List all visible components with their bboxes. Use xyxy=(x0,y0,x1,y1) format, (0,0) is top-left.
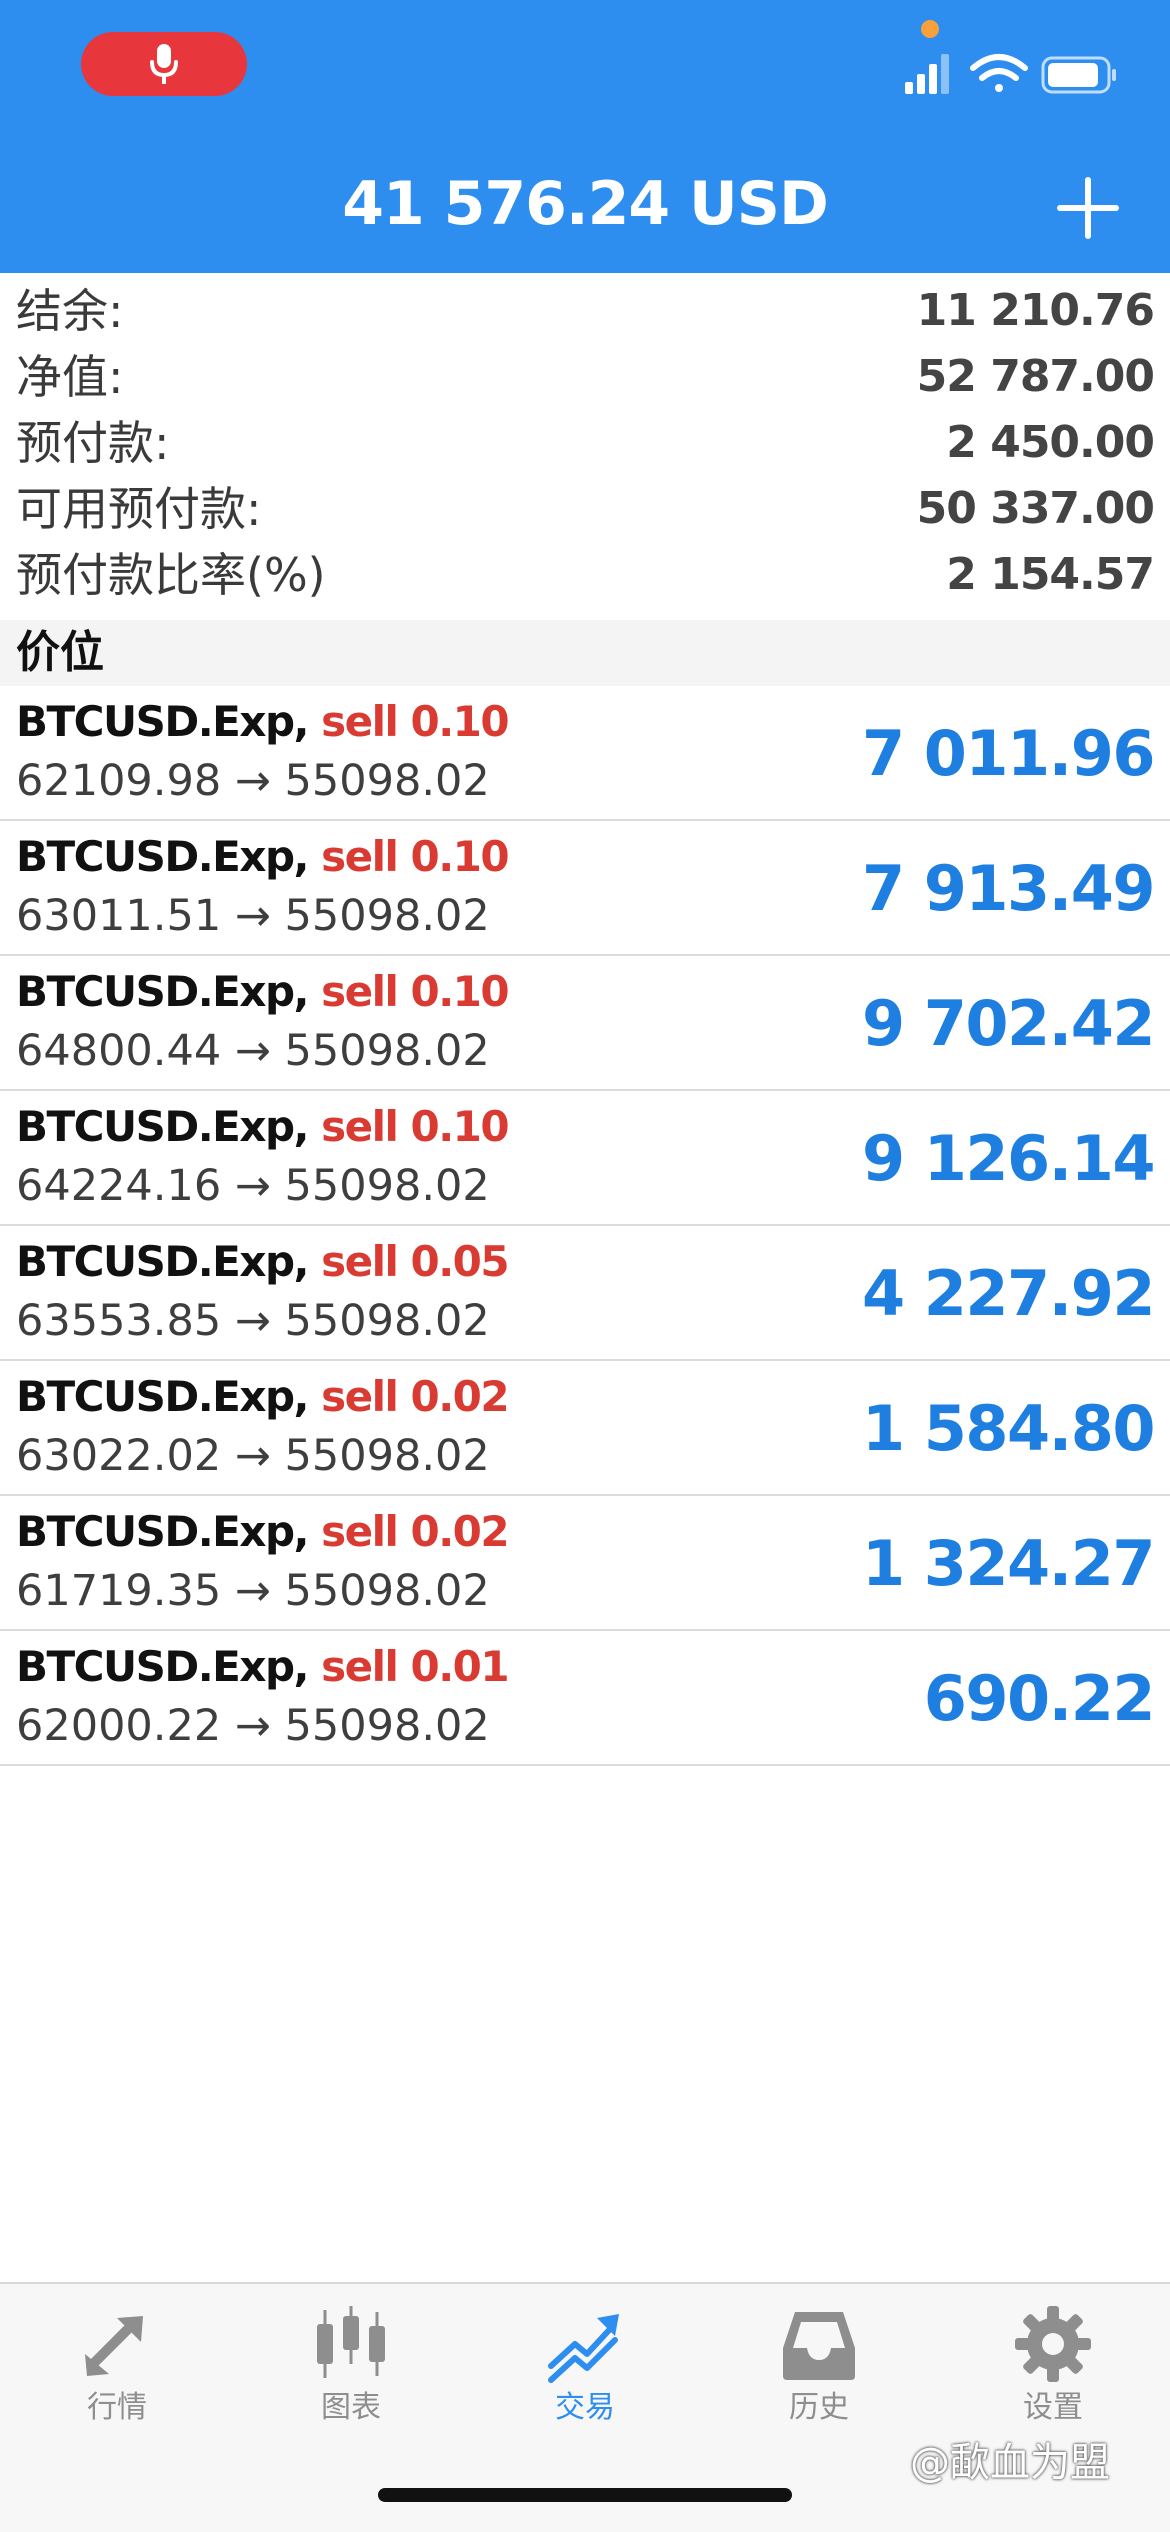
position-row[interactable]: BTCUSD.Exp, sell 0.10 64224.16 → 55098.0… xyxy=(0,1091,1170,1226)
position-row[interactable]: BTCUSD.Exp, sell 0.05 63553.85 → 55098.0… xyxy=(0,1226,1170,1361)
position-prices: 64800.44 → 55098.02 xyxy=(16,1026,490,1076)
position-direction: sell 0.05 xyxy=(321,1237,510,1286)
position-direction: sell 0.02 xyxy=(321,1507,510,1556)
position-direction: sell 0.10 xyxy=(321,1102,510,1151)
history-inbox-icon xyxy=(783,2312,855,2380)
summary-row-balance: 结余: 11 210.76 xyxy=(0,278,1170,344)
position-row[interactable]: BTCUSD.Exp, sell 0.10 63011.51 → 55098.0… xyxy=(0,821,1170,956)
position-symbol: BTCUSD.Exp, xyxy=(16,1237,309,1286)
tab-charts[interactable]: 图表 xyxy=(234,2284,468,2444)
position-prices: 63011.51 → 55098.02 xyxy=(16,891,490,941)
summary-label: 结余: xyxy=(16,284,124,338)
position-prices: 63022.02 → 55098.02 xyxy=(16,1431,490,1481)
tab-label: 行情 xyxy=(87,2390,147,2425)
cellular-signal-icon xyxy=(905,54,949,94)
summary-row-equity: 净值: 52 787.00 xyxy=(0,344,1170,410)
summary-row-free-margin: 可用预付款: 50 337.00 xyxy=(0,476,1170,542)
position-profit: 7 011.96 xyxy=(862,717,1155,790)
position-row[interactable]: BTCUSD.Exp, sell 0.10 62109.98 → 55098.0… xyxy=(0,686,1170,821)
add-order-button[interactable] xyxy=(1052,172,1124,244)
position-profit: 4 227.92 xyxy=(862,1257,1155,1330)
position-direction: sell 0.10 xyxy=(321,967,510,1016)
position-row[interactable]: BTCUSD.Exp, sell 0.02 63022.02 → 55098.0… xyxy=(0,1361,1170,1496)
tab-settings[interactable]: 设置 xyxy=(936,2284,1170,2444)
position-prices: 61719.35 → 55098.02 xyxy=(16,1566,490,1616)
section-title: 价位 xyxy=(16,627,104,678)
position-row[interactable]: BTCUSD.Exp, sell 0.10 64800.44 → 55098.0… xyxy=(0,956,1170,1091)
position-prices: 62109.98 → 55098.02 xyxy=(16,756,490,806)
account-summary: 结余: 11 210.76 净值: 52 787.00 预付款: 2 450.0… xyxy=(0,278,1170,608)
position-profit: 1 324.27 xyxy=(862,1527,1155,1600)
microphone-indicator[interactable] xyxy=(81,32,247,96)
tab-label: 历史 xyxy=(789,2390,849,2425)
position-symbol: BTCUSD.Exp, xyxy=(16,967,309,1016)
trade-trend-icon xyxy=(548,2314,619,2383)
summary-value: 11 210.76 xyxy=(916,285,1155,336)
home-indicator[interactable] xyxy=(378,2488,792,2502)
position-symbol: BTCUSD.Exp, xyxy=(16,697,309,746)
account-balance-title: 41 576.24 USD xyxy=(342,169,829,239)
summary-row-margin-level: 预付款比率(%) 2 154.57 xyxy=(0,542,1170,608)
wifi-icon xyxy=(970,54,1028,92)
summary-value: 52 787.00 xyxy=(916,351,1155,402)
settings-gear-icon xyxy=(1015,2306,1091,2382)
position-row[interactable]: BTCUSD.Exp, sell 0.02 61719.35 → 55098.0… xyxy=(0,1496,1170,1631)
header-bar: 41 576.24 USD xyxy=(0,0,1170,273)
position-symbol: BTCUSD.Exp, xyxy=(16,832,309,881)
tab-label: 交易 xyxy=(555,2390,615,2425)
position-profit: 7 913.49 xyxy=(862,852,1155,925)
summary-value: 2 154.57 xyxy=(946,549,1155,600)
positions-section-header: 价位 xyxy=(0,620,1170,686)
quotes-arrows-icon xyxy=(85,2316,143,2376)
position-direction: sell 0.10 xyxy=(321,832,510,881)
summary-label: 预付款比率(%) xyxy=(16,548,326,602)
position-prices: 63553.85 → 55098.02 xyxy=(16,1296,490,1346)
position-row[interactable]: BTCUSD.Exp, sell 0.01 62000.22 → 55098.0… xyxy=(0,1631,1170,1766)
position-prices: 64224.16 → 55098.02 xyxy=(16,1161,490,1211)
battery-icon xyxy=(1041,56,1116,94)
position-direction: sell 0.10 xyxy=(321,697,510,746)
microphone-icon xyxy=(150,44,178,84)
tab-label: 设置 xyxy=(1023,2390,1083,2425)
status-icons xyxy=(905,54,1116,94)
summary-row-margin: 预付款: 2 450.00 xyxy=(0,410,1170,476)
position-symbol: BTCUSD.Exp, xyxy=(16,1642,309,1691)
summary-label: 净值: xyxy=(16,350,124,404)
watermark-text: @歃血为盟 xyxy=(910,2440,1110,2486)
position-symbol: BTCUSD.Exp, xyxy=(16,1372,309,1421)
position-profit: 1 584.80 xyxy=(862,1392,1155,1465)
tab-quotes[interactable]: 行情 xyxy=(0,2284,234,2444)
candlestick-chart-icon xyxy=(317,2306,385,2378)
summary-value: 50 337.00 xyxy=(916,483,1155,534)
privacy-indicator-dot xyxy=(921,20,939,38)
position-profit: 9 126.14 xyxy=(862,1122,1155,1195)
position-symbol: BTCUSD.Exp, xyxy=(16,1102,309,1151)
summary-value: 2 450.00 xyxy=(946,417,1155,468)
tab-label: 图表 xyxy=(321,2390,381,2425)
position-direction: sell 0.02 xyxy=(321,1372,510,1421)
positions-list: BTCUSD.Exp, sell 0.10 62109.98 → 55098.0… xyxy=(0,686,1170,1766)
position-symbol: BTCUSD.Exp, xyxy=(16,1507,309,1556)
position-profit: 9 702.42 xyxy=(862,987,1155,1060)
tab-history[interactable]: 历史 xyxy=(702,2284,936,2444)
summary-label: 预付款: xyxy=(16,416,170,470)
position-profit: 690.22 xyxy=(923,1662,1156,1735)
position-prices: 62000.22 → 55098.02 xyxy=(16,1701,490,1751)
summary-label: 可用预付款: xyxy=(16,482,262,536)
position-direction: sell 0.01 xyxy=(321,1642,510,1691)
tab-trade[interactable]: 交易 xyxy=(468,2284,702,2444)
